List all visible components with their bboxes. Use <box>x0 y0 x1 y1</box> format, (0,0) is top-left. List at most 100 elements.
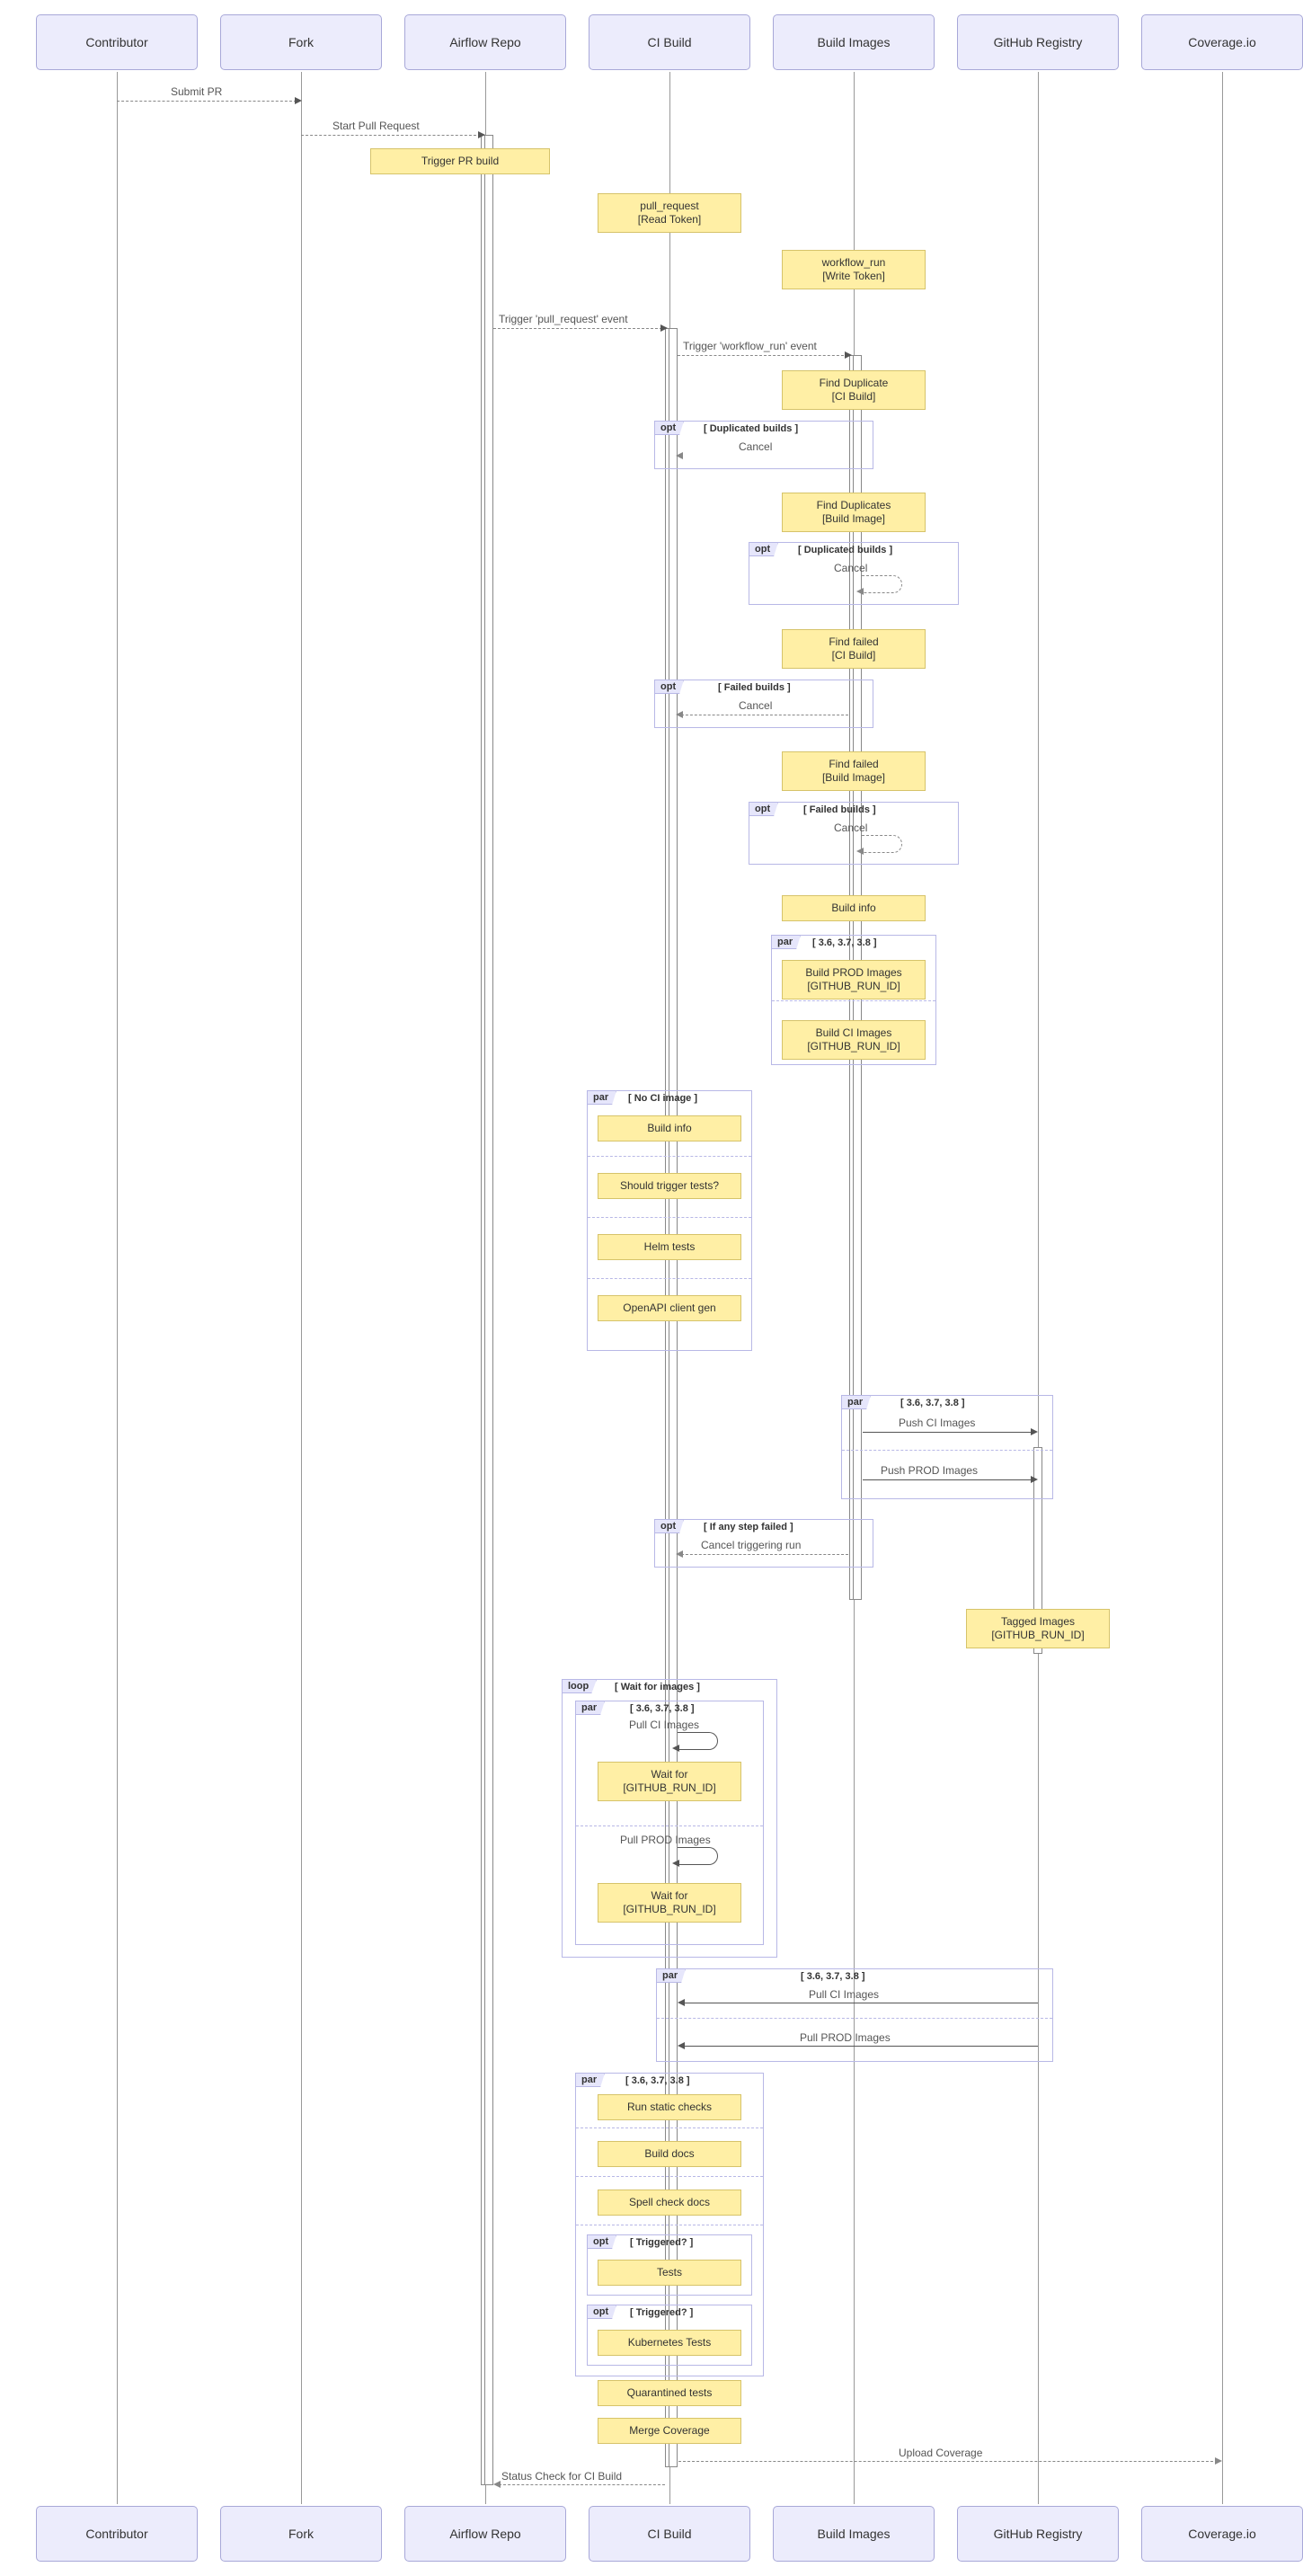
msg-cancel2: Cancel <box>834 562 867 574</box>
note-tagged: Tagged Images [GITHUB_RUN_ID] <box>966 1609 1110 1648</box>
actor-registry: GitHub Registry <box>957 14 1119 70</box>
self-loop <box>678 1732 718 1750</box>
divider <box>588 1217 751 1218</box>
arrow <box>499 2484 665 2485</box>
actor-coverage: Coverage.io <box>1141 14 1303 70</box>
msg-trig-workflow: Trigger 'workflow_run' event <box>683 340 817 352</box>
arrowhead <box>660 324 668 332</box>
arrow <box>683 2046 1038 2047</box>
lifeline-registry <box>1038 72 1039 2504</box>
note-build-info: Build info <box>782 895 926 921</box>
frag-title: [ If any step failed ] <box>704 1522 793 1532</box>
note-build-prod: Build PROD Images [GITHUB_RUN_ID] <box>782 960 926 999</box>
arrowhead <box>678 1999 685 2006</box>
frag-label: opt <box>749 542 778 556</box>
msg-push-ci: Push CI Images <box>899 1417 975 1429</box>
frag-title: [ Wait for images ] <box>615 1682 700 1692</box>
frag-title: [ 3.6, 3.7, 3.8 ] <box>625 2075 690 2086</box>
note-find-failed-ci: Find failed [CI Build] <box>782 629 926 669</box>
divider <box>576 1825 763 1826</box>
note-openapi: OpenAPI client gen <box>598 1295 741 1321</box>
frag-label: opt <box>749 802 778 816</box>
msg-push-prod: Push PROD Images <box>881 1464 978 1477</box>
arrow <box>301 135 481 136</box>
frag-title: [ Triggered? ] <box>630 2237 693 2248</box>
divider <box>772 1000 935 1001</box>
arrowhead <box>856 848 864 855</box>
arrowhead <box>672 1860 679 1867</box>
frag-label: par <box>575 1701 605 1715</box>
divider <box>588 1278 751 1279</box>
frag-label: par <box>771 935 801 949</box>
frag-title: [ 3.6, 3.7, 3.8 ] <box>812 937 877 948</box>
frag-title: [ No CI image ] <box>628 1093 697 1104</box>
note-tests: Tests <box>598 2260 741 2286</box>
note-static: Run static checks <box>598 2094 741 2120</box>
actor-fork: Fork <box>220 14 382 70</box>
divider <box>588 1156 751 1157</box>
note-find-failed-build: Find failed [Build Image] <box>782 751 926 791</box>
arrowhead <box>845 351 852 359</box>
self-loop <box>678 1847 718 1865</box>
note-quarantined: Quarantined tests <box>598 2380 741 2406</box>
frag-label: par <box>656 1968 686 1983</box>
arrow <box>117 101 297 102</box>
frag-label: opt <box>587 2305 616 2319</box>
sequence-diagram: Contributor Fork Airflow Repo CI Build B… <box>0 0 1303 2576</box>
arrowhead <box>676 452 683 459</box>
note-build-ci: Build CI Images [GITHUB_RUN_ID] <box>782 1020 926 1060</box>
msg-status: Status Check for CI Build <box>501 2470 622 2483</box>
note-pull-request: pull_request [Read Token] <box>598 193 741 233</box>
actor-ci: CI Build <box>589 14 750 70</box>
frag-par-push: par [ 3.6, 3.7, 3.8 ] <box>841 1395 1053 1499</box>
arrowhead <box>1031 1428 1038 1435</box>
frag-label: opt <box>587 2234 616 2249</box>
frag-title: [ Triggered? ] <box>630 2307 693 2318</box>
msg-pull-prod-self1: Pull PROD Images <box>620 1834 711 1846</box>
arrowhead <box>672 1745 679 1752</box>
msg-submit-pr: Submit PR <box>171 85 222 98</box>
note-builddocs: Build docs <box>598 2141 741 2167</box>
note-kube: Kubernetes Tests <box>598 2330 741 2356</box>
frag-title: [ Failed builds ] <box>718 682 791 693</box>
frag-par-pull: par [ 3.6, 3.7, 3.8 ] <box>656 1968 1053 2062</box>
actor-airflow-bottom: Airflow Repo <box>404 2506 566 2562</box>
arrow <box>681 1554 848 1555</box>
frag-label: par <box>575 2073 605 2087</box>
frag-label: opt <box>654 680 684 694</box>
arrow <box>678 2461 1218 2462</box>
frag-title: [ 3.6, 3.7, 3.8 ] <box>801 1971 865 1982</box>
arrowhead <box>1215 2457 1222 2465</box>
divider <box>842 1450 1052 1451</box>
msg-start-pr: Start Pull Request <box>332 120 420 132</box>
msg-cancel4: Cancel <box>834 822 867 834</box>
frag-label: opt <box>654 1519 684 1533</box>
arrowhead <box>493 2481 501 2488</box>
arrowhead <box>678 2042 685 2049</box>
arrowhead <box>295 97 302 104</box>
self-loop <box>862 575 902 593</box>
note-trigger-pr: Trigger PR build <box>370 148 550 174</box>
msg-cancel-trig: Cancel triggering run <box>701 1539 801 1551</box>
arrow <box>678 355 848 356</box>
actor-contributor-bottom: Contributor <box>36 2506 198 2562</box>
note-spell: Spell check docs <box>598 2190 741 2216</box>
actor-coverage-bottom: Coverage.io <box>1141 2506 1303 2562</box>
note-helm: Helm tests <box>598 1234 741 1260</box>
note-wait1: Wait for [GITHUB_RUN_ID] <box>598 1762 741 1801</box>
msg-pull-prod2: Pull PROD Images <box>800 2031 891 2044</box>
arrowhead <box>1031 1476 1038 1483</box>
msg-trig-pull: Trigger 'pull_request' event <box>499 313 628 325</box>
msg-pull-ci2: Pull CI Images <box>809 1988 879 2001</box>
actor-build-bottom: Build Images <box>773 2506 935 2562</box>
msg-cancel3: Cancel <box>739 699 772 712</box>
msg-upload: Upload Coverage <box>899 2447 982 2459</box>
frag-title: [ 3.6, 3.7, 3.8 ] <box>900 1398 965 1408</box>
arrow <box>863 1432 1033 1433</box>
frag-label: par <box>587 1090 616 1105</box>
frag-label: par <box>841 1395 871 1409</box>
arrowhead <box>478 131 485 138</box>
note-workflow-run: workflow_run [Write Token] <box>782 250 926 289</box>
arrowhead <box>676 711 683 718</box>
frag-title: [ Duplicated builds ] <box>798 545 892 555</box>
